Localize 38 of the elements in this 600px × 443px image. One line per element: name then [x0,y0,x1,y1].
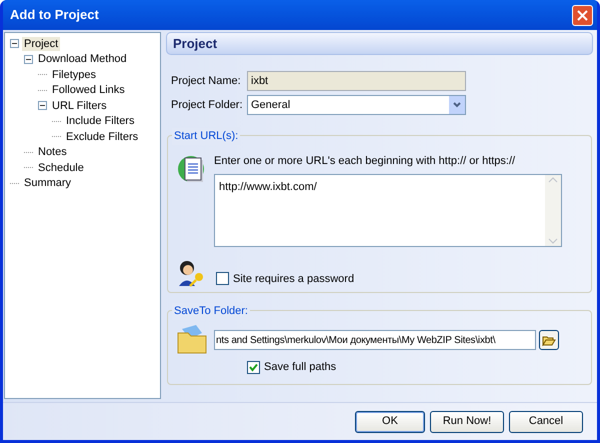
project-name-field[interactable]: ixbt [247,71,466,91]
expand-toggle[interactable] [24,54,33,64]
tree-item[interactable]: Followed Links [50,83,127,98]
dialog-button[interactable]: Cancel [509,410,583,432]
close-button[interactable] [572,4,593,26]
field-label: Project Folder: [171,98,244,113]
tree-item[interactable]: Include Filters [64,114,136,128]
folder-open-icon [542,334,556,346]
folder-icon [176,325,208,355]
checkbox-label: Save full paths [264,360,336,375]
tree-item[interactable]: Schedule [36,160,86,175]
window-title: Add to Project [9,6,99,24]
tree-item[interactable]: Download Method [36,52,129,66]
tree-item[interactable]: Project [22,36,60,51]
dropdown-icon [449,96,465,114]
folder-path-field[interactable]: nts and Settings\merkulov\Мои документы\My WebZIP Sites\ixbt\ [214,330,536,350]
tree-item[interactable]: Filetypes [50,68,98,82]
dialog-button[interactable]: OK [355,410,425,432]
expand-toggle[interactable] [38,101,47,110]
section-header: Project [166,32,593,55]
tree-item[interactable]: Notes [36,145,69,160]
close-icon [577,10,588,20]
instruction-text: Enter one or more URL's each beginning with http:// or https:// [214,155,516,167]
tree-item[interactable]: Exclude Filters [64,130,140,144]
checkbox[interactable] [247,360,260,374]
expand-toggle[interactable] [10,39,19,48]
checkbox-label: Site requires a password [233,272,354,286]
browse-button[interactable] [539,330,559,350]
group-title: Start URL(s): [172,128,240,144]
dialog-button[interactable]: Run Now! [430,410,504,432]
tree-item[interactable]: Summary [22,176,74,190]
check-icon [249,362,258,372]
folder-dropdown[interactable]: General [247,95,466,115]
checkbox[interactable] [216,272,229,286]
url-text-area[interactable]: http://www.ixbt.com/ [214,174,562,247]
users-key-icon [176,259,206,287]
tree-item[interactable]: URL Filters [50,98,109,113]
field-label: Project Name: [171,74,242,89]
